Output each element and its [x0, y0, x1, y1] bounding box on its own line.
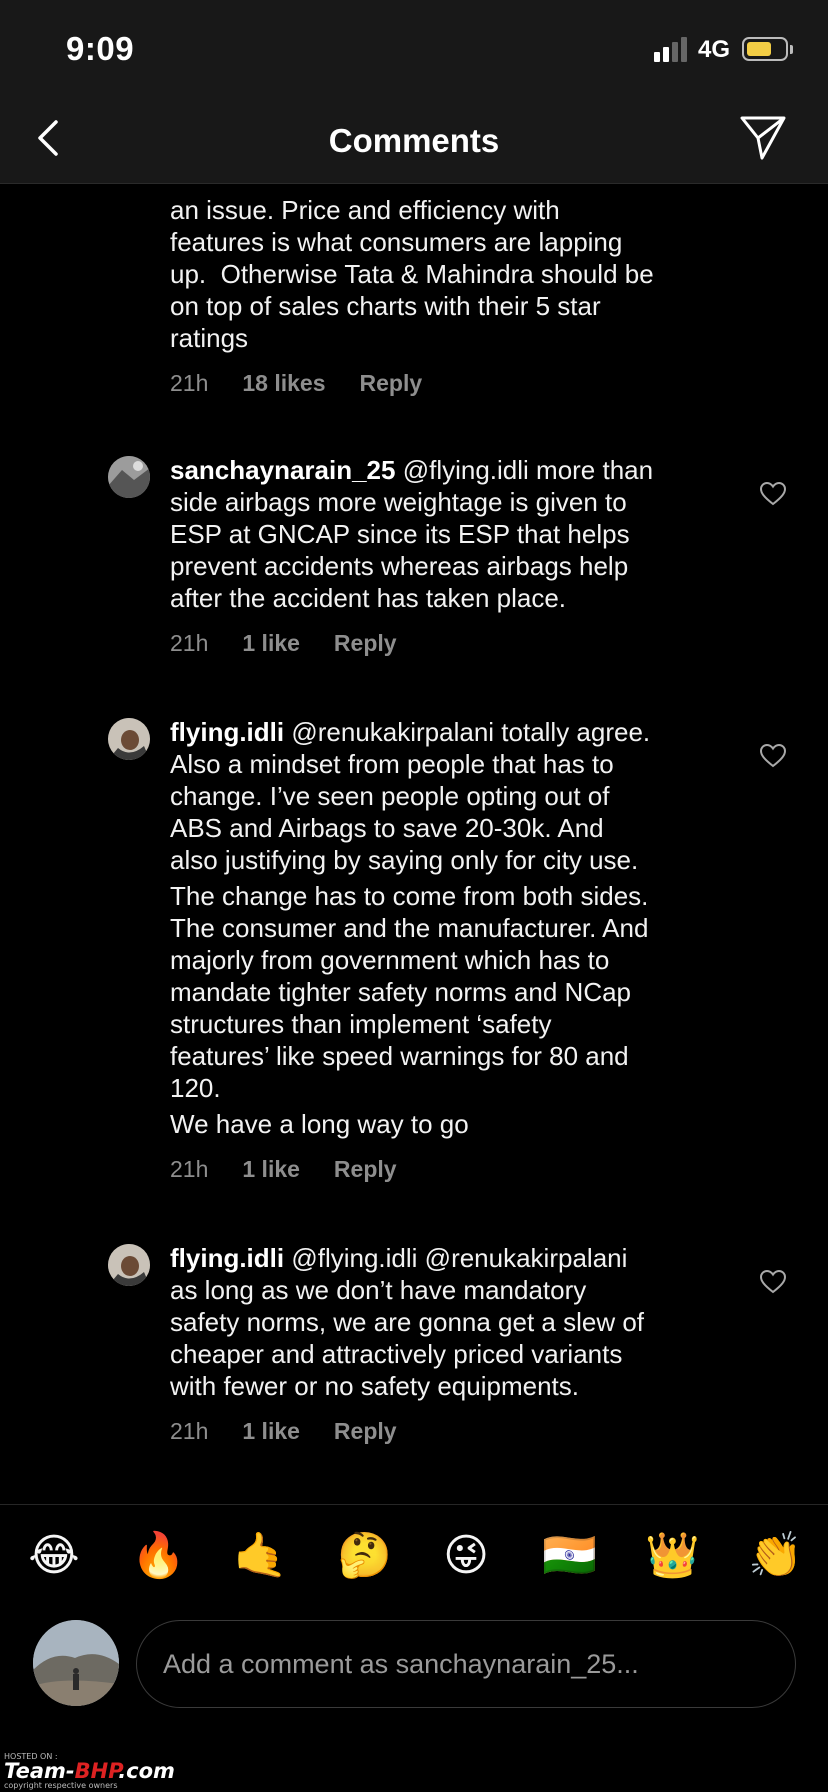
emoji-winking-tongue[interactable]: 😜	[440, 1530, 492, 1582]
comment-item: flying.idli @renukakirpalani totally agr…	[170, 716, 740, 1183]
comment-timestamp: 21h	[170, 1418, 209, 1444]
comment-input[interactable]	[136, 1620, 796, 1708]
comment-line: also justifying by saying only for city …	[170, 845, 639, 875]
emoji-thinking[interactable]: 🤔	[337, 1530, 392, 1582]
comment-line: an issue. Price and efficiency with	[170, 195, 560, 225]
comment-first-line: @flying.idli more than	[402, 455, 654, 485]
paper-plane-icon[interactable]	[738, 112, 788, 162]
comment-line: after the accident has taken place.	[170, 583, 567, 613]
heart-icon[interactable]	[760, 482, 786, 506]
status-time: 9:09	[66, 30, 135, 67]
comment-item: sanchaynarain_25 @flying.idli more than …	[170, 454, 730, 657]
heart-icon[interactable]	[760, 744, 786, 768]
watermark: HOSTED ON : Team-BHP.com copyright respe…	[4, 1752, 204, 1790]
comment-item: flying.idli @flying.idli @renukakirpalan…	[170, 1242, 730, 1445]
emoji-fire[interactable]: 🔥	[131, 1530, 186, 1582]
status-bar: 9:09 4G	[0, 0, 828, 100]
emoji-india-flag[interactable]: 🇮🇳	[542, 1530, 597, 1582]
reply-button[interactable]: Reply	[360, 370, 423, 397]
emoji-bar-divider	[0, 1504, 828, 1505]
comment-line: side airbags more weightage is given to	[170, 487, 627, 517]
comment-text: sanchaynarain_25 @flying.idli more than …	[170, 454, 730, 614]
avatar[interactable]	[108, 456, 150, 498]
emoji-clapping[interactable]: 👏	[748, 1530, 803, 1582]
comment-meta: 21h 18 likes Reply	[170, 370, 730, 397]
comment-text: flying.idli @renukakirpalani totally agr…	[170, 716, 740, 1140]
comment-line: ABS and Airbags to save 20-30k. And	[170, 813, 604, 843]
comment-line: Also a mindset from people that has to	[170, 749, 614, 779]
comment-first-line: @flying.idli @renukakirpalani	[291, 1243, 628, 1273]
comment-line: features is what consumers are lapping	[170, 227, 623, 257]
comment-line: majorly from government which has to	[170, 945, 610, 975]
comment-line: with fewer or no safety equipments.	[170, 1371, 579, 1401]
comment-meta: 21h 1 like Reply	[170, 1156, 740, 1183]
comment-timestamp: 21h	[170, 630, 209, 656]
comment-line: ESP at GNCAP since its ESP that helps	[170, 519, 630, 549]
comment-line: prevent accidents whereas airbags help	[170, 551, 629, 581]
reply-button[interactable]: Reply	[334, 630, 397, 657]
comment-likes[interactable]: 1 like	[242, 630, 300, 657]
comment-first-line: @renukakirpalani totally agree.	[291, 717, 651, 747]
avatar[interactable]	[108, 1244, 150, 1286]
comment-line: features’ like speed warnings for 80 and	[170, 1041, 629, 1071]
comment-meta: 21h 1 like Reply	[170, 630, 730, 657]
comment-timestamp: 21h	[170, 370, 209, 396]
comment-text: flying.idli @flying.idli @renukakirpalan…	[170, 1242, 730, 1402]
network-type: 4G	[698, 36, 731, 63]
comment-item: an issue. Price and efficiency with feat…	[170, 194, 730, 397]
comment-likes[interactable]: 1 like	[242, 1418, 300, 1445]
comment-line: cheaper and attractively priced variants	[170, 1339, 623, 1369]
comment-line: We have a long way to go	[170, 1109, 469, 1139]
comment-line: safety norms, we are gonna get a slew of	[170, 1307, 645, 1337]
reply-button[interactable]: Reply	[334, 1418, 397, 1445]
battery-icon	[742, 37, 788, 61]
comment-timestamp: 21h	[170, 1156, 209, 1182]
comment-likes[interactable]: 1 like	[242, 1156, 300, 1183]
comment-line: The consumer and the manufacturer. And	[170, 913, 649, 943]
emoji-call-me-hand[interactable]: 🤙	[233, 1530, 288, 1582]
comment-line: mandate tighter safety norms and NCap	[170, 977, 632, 1007]
comment-username[interactable]: flying.idli	[170, 1243, 284, 1273]
comment-text: an issue. Price and efficiency with feat…	[170, 194, 730, 354]
comment-line: up. Otherwise Tata & Mahindra should be	[170, 259, 654, 289]
emoji-laughing[interactable]: 😂	[28, 1530, 80, 1582]
comment-meta: 21h 1 like Reply	[170, 1418, 730, 1445]
signal-strength-icon	[654, 37, 687, 62]
comment-line: structures than implement ‘safety	[170, 1009, 552, 1039]
comment-likes[interactable]: 18 likes	[242, 370, 325, 397]
comment-line: as long as we don’t have mandatory	[170, 1275, 587, 1305]
comment-line: 120.	[170, 1073, 221, 1103]
emoji-crown[interactable]: 👑	[645, 1530, 700, 1582]
reply-button[interactable]: Reply	[334, 1156, 397, 1183]
comment-line: The change has to come from both sides.	[170, 881, 649, 911]
heart-icon[interactable]	[760, 1270, 786, 1294]
comment-username[interactable]: sanchaynarain_25	[170, 455, 395, 485]
avatar[interactable]	[33, 1620, 119, 1706]
comments-header: Comments	[0, 100, 828, 184]
comment-line: ratings	[170, 323, 249, 353]
watermark-brand: Team-BHP.com	[4, 1759, 175, 1783]
avatar[interactable]	[108, 718, 150, 760]
comment-line: on top of sales charts with their 5 star	[170, 291, 601, 321]
comment-line: change. I’ve seen people opting out of	[170, 781, 610, 811]
comment-username[interactable]: flying.idli	[170, 717, 284, 747]
page-title: Comments	[328, 122, 500, 159]
